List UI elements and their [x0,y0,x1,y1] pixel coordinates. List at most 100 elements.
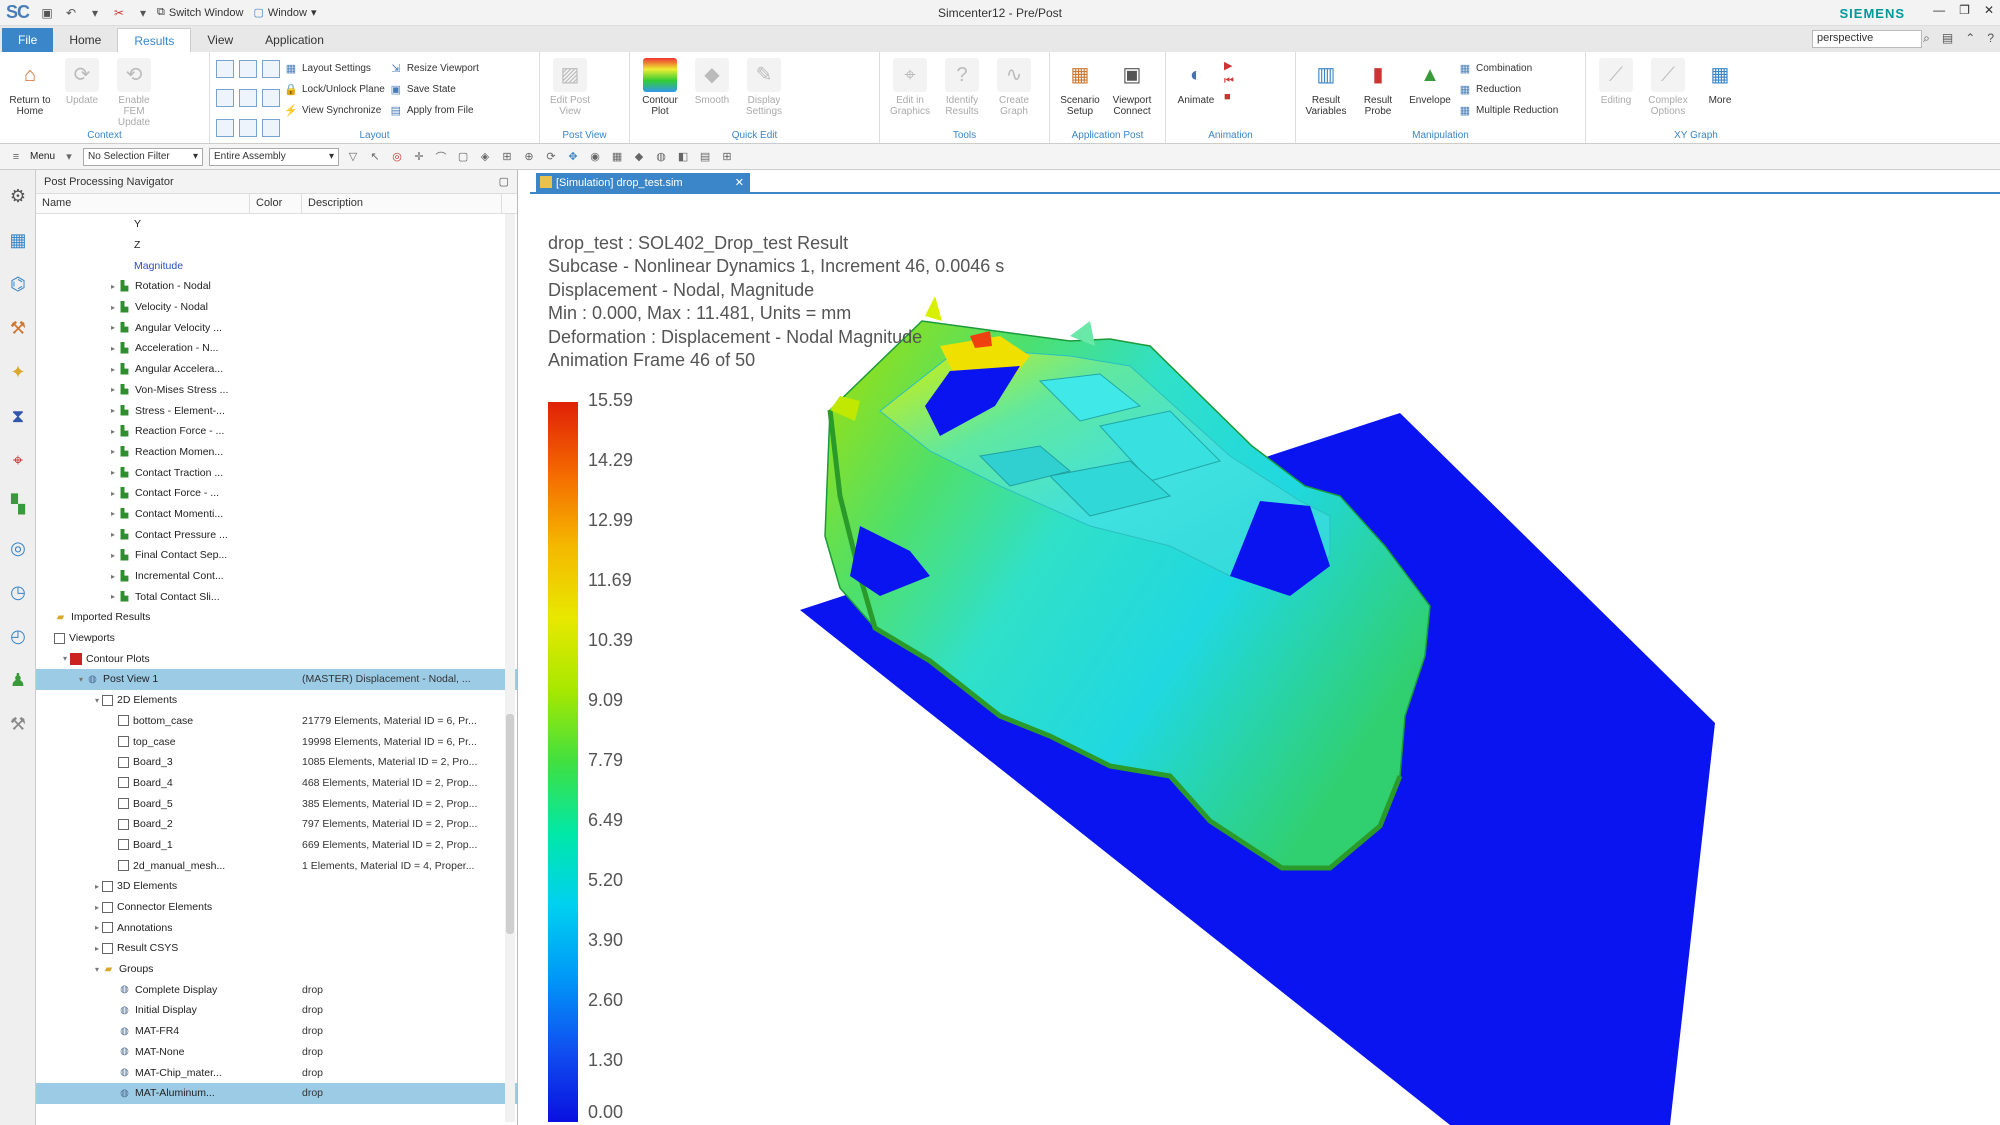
tree-row[interactable]: ▾ 2D Elements [36,690,517,711]
layout-1-icon[interactable] [216,60,234,78]
expand-toggle-icon[interactable]: ▸ [108,365,118,374]
loads-icon[interactable]: ✦ [4,358,32,386]
checkbox-icon[interactable] [118,839,129,851]
tree-row[interactable]: ▸ ▙ Reaction Momen... [36,442,517,463]
column-name[interactable]: Name [36,194,250,213]
checkbox-icon[interactable] [102,880,113,892]
reduction-button[interactable]: ▦ Reduction [1458,80,1558,98]
tree-row[interactable]: ▸ ▙ Rotation - Nodal [36,276,517,297]
tree-row[interactable]: ▾ Contour Plots [36,648,517,669]
expand-toggle-icon[interactable]: ▸ [108,344,118,353]
view-synchronize-button[interactable]: ⚡ View Synchronize [284,101,385,119]
expand-toggle-icon[interactable]: ▸ [108,303,118,312]
command-search-input[interactable]: perspective [1812,30,1922,48]
expand-toggle-icon[interactable]: ▸ [108,489,118,498]
close-icon[interactable]: ✕ [1984,3,1994,17]
graphics-tab[interactable]: [Simulation] drop_test.sim ✕ [536,173,750,193]
tree-row[interactable]: ▰ Imported Results [36,607,517,628]
combination-button[interactable]: ▦ Combination [1458,59,1558,77]
expand-toggle-icon[interactable]: ▸ [108,509,118,518]
lock-unlock-plane-button[interactable]: 🔒 Lock/Unlock Plane [284,80,385,98]
expand-toggle-icon[interactable]: ▸ [108,447,118,456]
selection-scope-dropdown[interactable]: Entire Assembly ▾ [209,147,340,166]
save-icon[interactable]: ▣ [38,5,56,21]
tab-file[interactable]: File [2,28,54,52]
checkbox-icon[interactable] [118,756,129,768]
post-navigator-icon[interactable]: ⌖ [4,446,32,474]
tree-row[interactable]: 2d_manual_mesh... 1 Elements, Material ID… [36,855,517,876]
tree-row[interactable]: ▸ ▙ Reaction Force - ... [36,421,517,442]
layers-icon[interactable]: ▤ [697,149,713,165]
tree-row[interactable]: ▸ Result CSYS [36,938,517,959]
orient-icon[interactable]: ◆ [631,149,647,165]
expand-toggle-icon[interactable]: ▸ [108,592,118,601]
expand-toggle-icon[interactable]: ▸ [108,468,118,477]
tree-row[interactable]: ▸ ▙ Angular Accelera... [36,359,517,380]
tree-row[interactable]: ▸ ▙ Angular Velocity ... [36,317,517,338]
checkbox-icon[interactable] [118,777,129,789]
expand-toggle-icon[interactable]: ▸ [108,385,118,394]
tree-row[interactable]: ▸ ▙ Contact Traction ... [36,462,517,483]
tree-row[interactable]: ▸ ▙ Stress - Element-... [36,400,517,421]
layout-icon[interactable]: ▤ [1942,31,1953,46]
pan-icon[interactable]: ✥ [565,149,581,165]
expand-toggle-icon[interactable]: ▾ [76,675,86,684]
tree-row[interactable]: ▸ ▙ Contact Pressure ... [36,524,517,545]
tree-row[interactable]: Board_2 797 Elements, Material ID = 2, Pr… [36,814,517,835]
palette-icon[interactable]: ▚ [4,490,32,518]
column-description[interactable]: Description [302,194,502,213]
stop-icon[interactable]: ■ [1224,91,1234,103]
expand-toggle-icon[interactable]: ▾ [92,696,102,705]
constraints-icon[interactable]: ⧗ [4,402,32,430]
checkbox-icon[interactable] [54,632,65,644]
point-icon[interactable]: ✛ [411,149,427,165]
tab-home[interactable]: Home [53,28,117,52]
menu-button[interactable]: Menu [30,151,55,162]
tree-row[interactable]: Magnitude [36,255,517,276]
tree-row[interactable]: ▸ ▙ Contact Force - ... [36,483,517,504]
section-icon[interactable]: ◧ [675,149,691,165]
tree-row[interactable]: Board_5 385 Elements, Material ID = 2, Pr… [36,793,517,814]
fit-icon[interactable]: ⊞ [499,149,515,165]
expand-toggle-icon[interactable]: ▸ [108,282,118,291]
scrollbar-thumb[interactable] [506,714,514,934]
tree-row[interactable]: Z [36,235,517,256]
tools-icon[interactable]: ✂ [110,5,128,21]
curve-icon[interactable]: ⌒ [433,149,449,165]
save-state-button[interactable]: ▣ Save State [389,80,479,98]
tree-row[interactable]: ▸ 3D Elements [36,876,517,897]
sim-navigator-icon[interactable]: ⌬ [4,270,32,298]
shade-icon[interactable]: ◍ [653,149,669,165]
tree-row[interactable]: Viewports [36,628,517,649]
expand-toggle-icon[interactable]: ▸ [92,923,102,932]
tree-row[interactable]: Board_1 669 Elements, Material ID = 2, Pr… [36,835,517,856]
undo-icon[interactable]: ↶ [62,5,80,21]
resize-viewport-button[interactable]: ⇲ Resize Viewport [389,59,479,77]
close-tab-icon[interactable]: ✕ [735,176,744,189]
expand-toggle-icon[interactable]: ▾ [92,965,102,974]
checkbox-icon[interactable] [118,798,129,810]
expand-toggle-icon[interactable]: ▸ [108,427,118,436]
tab-results[interactable]: Results [117,28,192,52]
switch-window-button[interactable]: ⧉ Switch Window [157,6,243,19]
tree-row[interactable]: ◍ MAT-None drop [36,1042,517,1063]
window-menu-button[interactable]: ▢ Window ▾ [253,6,316,20]
navigator-scrollbar[interactable] [505,214,515,1122]
tree-row[interactable]: ▸ ▙ Acceleration - N... [36,338,517,359]
collapse-ribbon-icon[interactable]: ⌃ [1965,31,1975,46]
tree-row[interactable]: ◍ Initial Display drop [36,1000,517,1021]
tree-row[interactable]: bottom_case 21779 Elements, Material ID =… [36,711,517,732]
tree-row[interactable]: ◍ MAT-Aluminum... drop [36,1082,517,1104]
tree-row[interactable]: ◍ MAT-FR4 drop [36,1021,517,1042]
selection-filter-dropdown[interactable]: No Selection Filter ▾ [83,147,204,166]
layout-2-icon[interactable] [239,60,257,78]
pin-icon[interactable]: ▢ [499,175,509,188]
checkbox-icon[interactable] [118,818,129,830]
tree-row[interactable]: Y [36,214,517,235]
tree-row[interactable]: ▸ ▙ Incremental Cont... [36,566,517,587]
tab-application[interactable]: Application [249,28,340,52]
tree-row[interactable]: top_case 19998 Elements, Material ID = 6,… [36,731,517,752]
checkbox-icon[interactable] [118,715,129,727]
checkbox-icon[interactable] [118,860,129,872]
tree-row[interactable]: ▸ ▙ Contact Momenti... [36,504,517,525]
